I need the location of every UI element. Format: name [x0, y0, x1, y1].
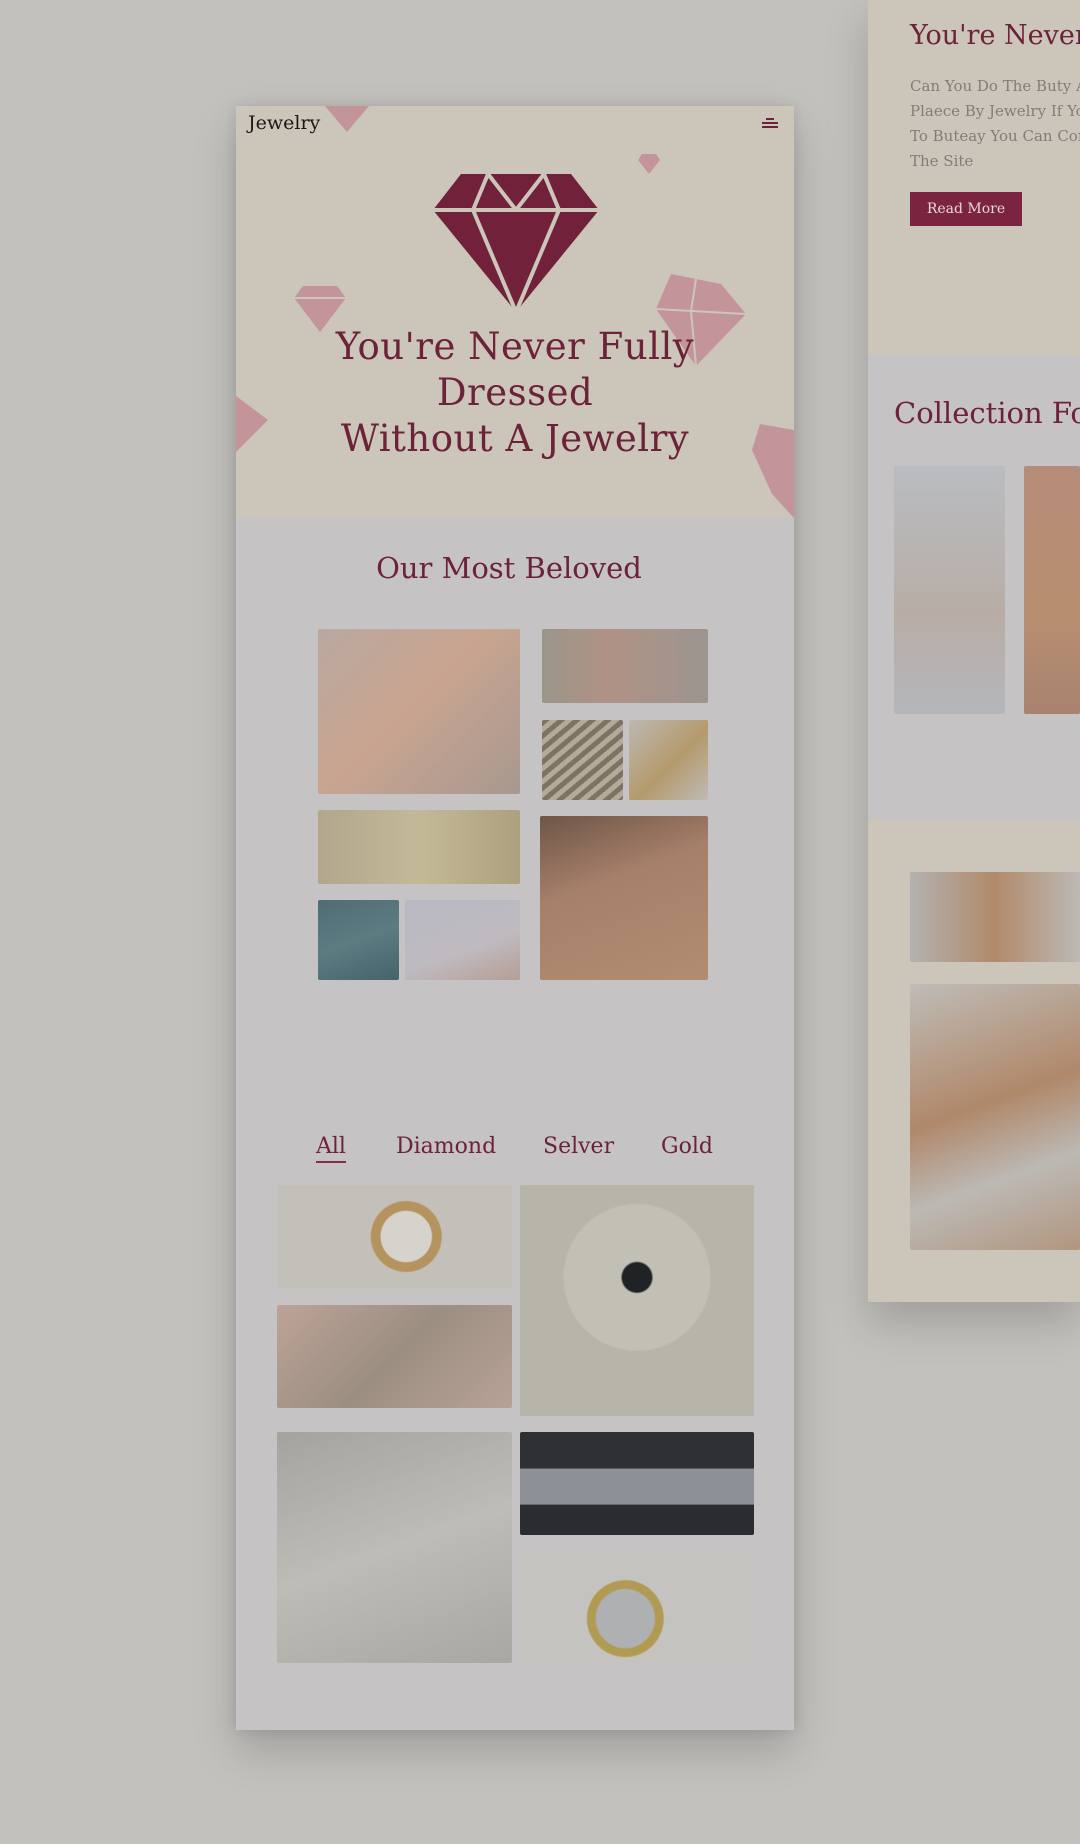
product-photo[interactable] — [520, 1185, 754, 1416]
gallery-photo[interactable] — [405, 900, 520, 980]
hero-section: Jewelry You're Never Fully Dressed Witho… — [236, 106, 794, 518]
beloved-title: Our Most Beloved — [376, 551, 642, 585]
hamburger-icon[interactable] — [762, 118, 778, 130]
gallery-photo[interactable] — [540, 816, 708, 980]
hero-title: You're Never Fully Dressed Without A Jew… — [256, 324, 774, 462]
product-photo[interactable] — [277, 1432, 512, 1663]
hero-title-line-1: You're Never Fully Dressed — [335, 325, 695, 414]
collection-photo[interactable] — [910, 984, 1080, 1250]
diamond-logo-icon — [433, 174, 599, 312]
gallery-photo[interactable] — [318, 629, 520, 794]
side-hero-title: You're Never F — [910, 20, 1080, 51]
secondary-page-frame: You're Never F Can You Do The Buty A Pla… — [868, 0, 1080, 1302]
collection-photo[interactable] — [1024, 466, 1080, 714]
read-more-button[interactable]: Read More — [910, 192, 1022, 226]
side-hero-body: Can You Do The Buty A Plaece By Jewelry … — [910, 77, 1080, 170]
product-photo[interactable] — [520, 1432, 754, 1535]
side-collection-band — [868, 820, 1080, 1302]
gallery-photo[interactable] — [629, 720, 708, 800]
product-photo[interactable] — [520, 1552, 754, 1663]
brand-logo[interactable]: Jewelry — [248, 112, 320, 134]
hero-title-line-2: Without A Jewelry — [340, 417, 690, 460]
collection-photo[interactable] — [894, 466, 1005, 714]
tab-diamond[interactable]: Diamond — [396, 1134, 496, 1159]
gallery-photo[interactable] — [542, 720, 623, 800]
mobile-page-frame: Jewelry You're Never Fully Dressed Witho… — [236, 106, 794, 1730]
tab-all[interactable]: All — [316, 1134, 346, 1163]
diamond-icon — [638, 154, 660, 174]
tab-gold[interactable]: Gold — [661, 1134, 713, 1159]
diamond-icon — [325, 106, 369, 132]
product-photo[interactable] — [277, 1185, 512, 1288]
side-hero-section: You're Never F Can You Do The Buty A Pla… — [868, 0, 1080, 356]
gallery-photo[interactable] — [318, 810, 520, 884]
product-photo[interactable] — [277, 1305, 512, 1408]
gallery-photo[interactable] — [318, 900, 399, 980]
tab-selver[interactable]: Selver — [543, 1134, 614, 1159]
collection-photo[interactable] — [910, 872, 1080, 962]
collection-title: Collection For — [894, 396, 1080, 430]
gallery-photo[interactable] — [542, 629, 708, 703]
